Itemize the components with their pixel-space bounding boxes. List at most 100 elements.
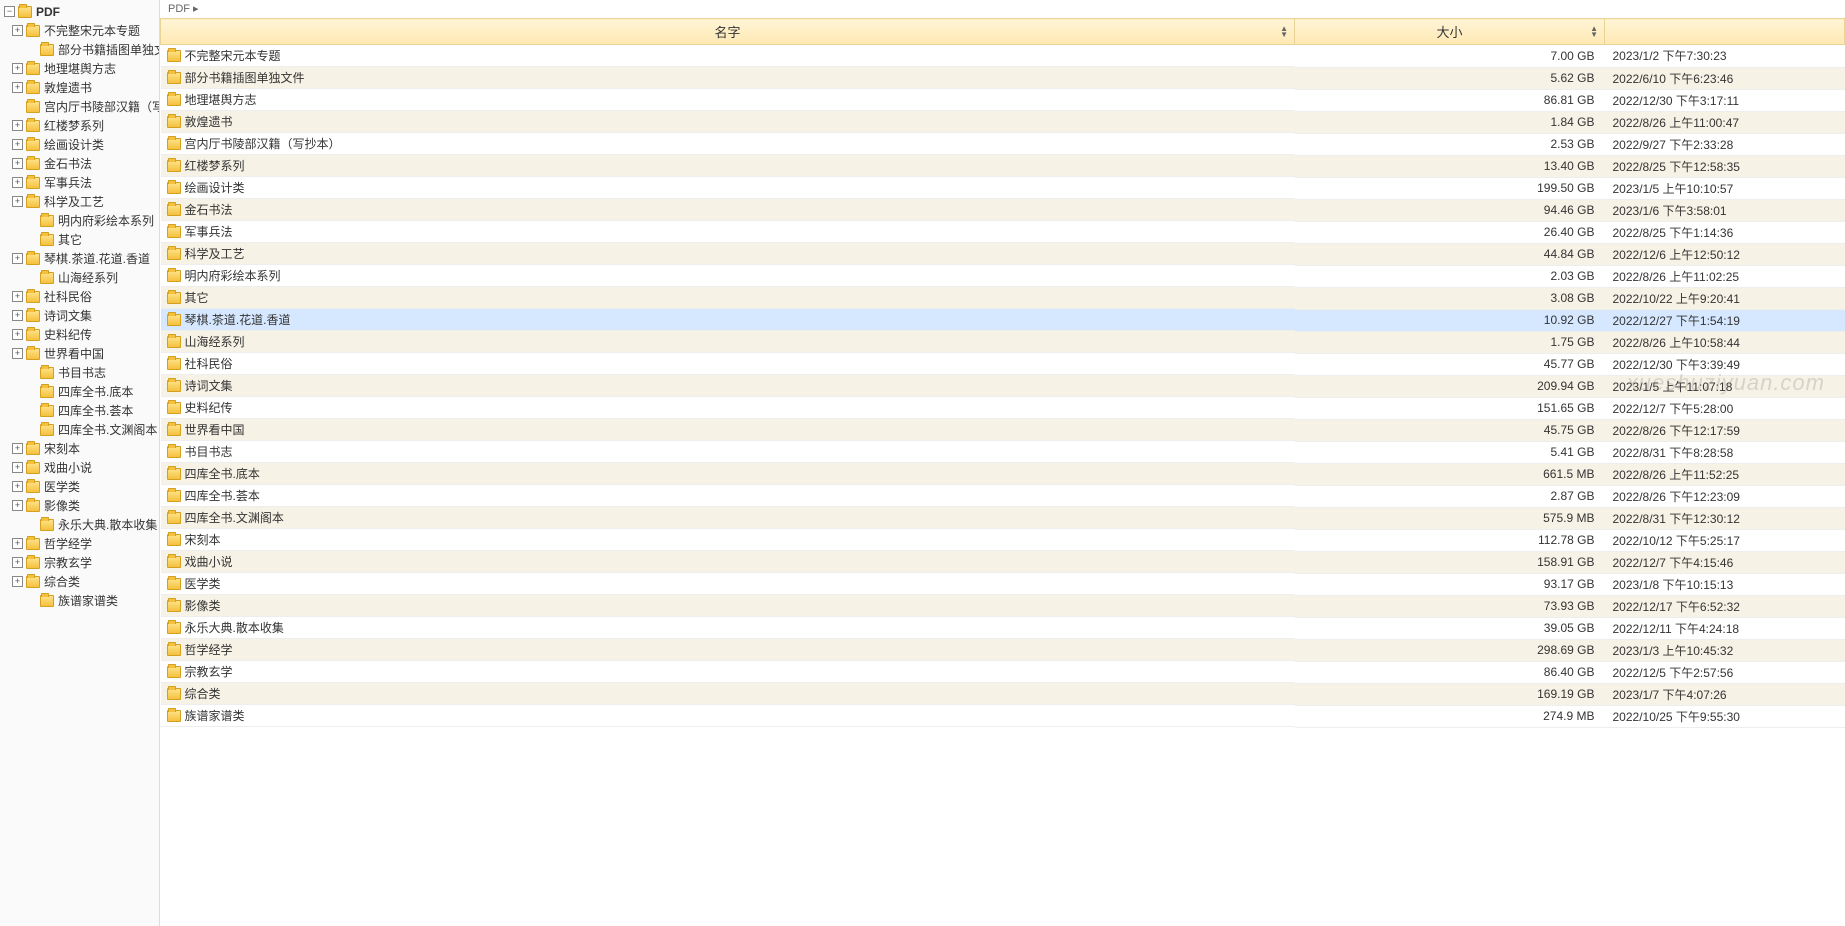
expand-icon[interactable]: +: [12, 310, 23, 321]
tree-item[interactable]: +戏曲小说: [0, 458, 159, 477]
table-row[interactable]: 地理堪舆方志86.81 GB2022/12/30 下午3:17:11: [161, 89, 1845, 111]
table-row[interactable]: 社科民俗45.77 GB2022/12/30 下午3:39:49: [161, 353, 1845, 375]
table-row[interactable]: 不完整宋元本专题7.00 GB2023/1/2 下午7:30:23: [161, 45, 1845, 68]
tree-item[interactable]: +金石书法: [0, 154, 159, 173]
table-row[interactable]: 军事兵法26.40 GB2022/8/25 下午1:14:36: [161, 221, 1845, 243]
table-row[interactable]: 永乐大典.散本收集39.05 GB2022/12/11 下午4:24:18: [161, 617, 1845, 639]
tree-item[interactable]: 书目书志: [0, 363, 159, 382]
row-size: 209.94 GB: [1295, 375, 1605, 397]
table-row[interactable]: 哲学经学298.69 GB2023/1/3 上午10:45:32: [161, 639, 1845, 661]
table-row[interactable]: 综合类169.19 GB2023/1/7 下午4:07:26: [161, 683, 1845, 705]
table-row[interactable]: 医学类93.17 GB2023/1/8 下午10:15:13: [161, 573, 1845, 595]
table-row[interactable]: 书目书志5.41 GB2022/8/31 下午8:28:58: [161, 441, 1845, 463]
tree-item[interactable]: 山海经系列: [0, 268, 159, 287]
table-row[interactable]: 琴棋.茶道.花道.香道10.92 GB2022/12/27 下午1:54:19: [161, 309, 1845, 331]
tree-item[interactable]: 四库全书.文渊阁本: [0, 420, 159, 439]
tree-item[interactable]: +地理堪舆方志: [0, 59, 159, 78]
column-header-name[interactable]: 名字 ▲▼: [161, 19, 1295, 45]
table-row[interactable]: 四库全书.文渊阁本575.9 MB2022/8/31 下午12:30:12: [161, 507, 1845, 529]
tree-item[interactable]: 明内府彩绘本系列: [0, 211, 159, 230]
expand-icon[interactable]: +: [12, 538, 23, 549]
sidebar-tree[interactable]: − PDF +不完整宋元本专题部分书籍插图单独文件+地理堪舆方志+敦煌遗书宫内厅…: [0, 0, 160, 926]
tree-item[interactable]: +宋刻本: [0, 439, 159, 458]
row-date: 2023/1/7 下午4:07:26: [1605, 683, 1845, 705]
table-row[interactable]: 戏曲小说158.91 GB2022/12/7 下午4:15:46: [161, 551, 1845, 573]
expand-icon[interactable]: +: [12, 120, 23, 131]
expand-icon[interactable]: +: [12, 500, 23, 511]
expand-icon[interactable]: +: [12, 348, 23, 359]
expand-icon[interactable]: +: [12, 139, 23, 150]
table-row[interactable]: 部分书籍插图单独文件5.62 GB2022/6/10 下午6:23:46: [161, 67, 1845, 89]
tree-item[interactable]: +绘画设计类: [0, 135, 159, 154]
tree-item[interactable]: 族谱家谱类: [0, 591, 159, 610]
table-row[interactable]: 绘画设计类199.50 GB2023/1/5 上午10:10:57: [161, 177, 1845, 199]
tree-item[interactable]: 部分书籍插图单独文件: [0, 40, 159, 59]
table-row[interactable]: 世界看中国45.75 GB2022/8/26 下午12:17:59: [161, 419, 1845, 441]
table-row[interactable]: 宫内厅书陵部汉籍（写抄本）2.53 GB2022/9/27 下午2:33:28: [161, 133, 1845, 155]
table-row[interactable]: 史料纪传151.65 GB2022/12/7 下午5:28:00: [161, 397, 1845, 419]
expand-icon[interactable]: +: [12, 329, 23, 340]
table-row[interactable]: 族谱家谱类274.9 MB2022/10/25 下午9:55:30: [161, 705, 1845, 727]
tree-item[interactable]: +诗词文集: [0, 306, 159, 325]
tree-item[interactable]: +琴棋.茶道.花道.香道: [0, 249, 159, 268]
tree-item[interactable]: 宫内厅书陵部汉籍（写: [0, 97, 159, 116]
folder-icon: [167, 534, 181, 546]
tree-item[interactable]: 四库全书.底本: [0, 382, 159, 401]
expand-icon[interactable]: +: [12, 443, 23, 454]
tree-item[interactable]: +史料纪传: [0, 325, 159, 344]
expand-icon[interactable]: +: [12, 63, 23, 74]
table-row[interactable]: 宋刻本112.78 GB2022/10/12 下午5:25:17: [161, 529, 1845, 551]
table-row[interactable]: 红楼梦系列13.40 GB2022/8/25 下午12:58:35: [161, 155, 1845, 177]
table-row[interactable]: 影像类73.93 GB2022/12/17 下午6:52:32: [161, 595, 1845, 617]
expand-icon[interactable]: +: [12, 177, 23, 188]
table-row[interactable]: 其它3.08 GB2022/10/22 上午9:20:41: [161, 287, 1845, 309]
tree-item[interactable]: +科学及工艺: [0, 192, 159, 211]
table-row[interactable]: 金石书法94.46 GB2023/1/6 下午3:58:01: [161, 199, 1845, 221]
column-header-date[interactable]: [1605, 19, 1845, 45]
collapse-icon[interactable]: −: [4, 6, 15, 17]
breadcrumb[interactable]: PDF ▸: [160, 0, 1845, 18]
expand-icon[interactable]: +: [12, 576, 23, 587]
folder-icon: [167, 710, 181, 722]
tree-item[interactable]: +哲学经学: [0, 534, 159, 553]
tree-root[interactable]: − PDF: [0, 2, 159, 21]
tree-item[interactable]: +宗教玄学: [0, 553, 159, 572]
expand-icon[interactable]: +: [12, 82, 23, 93]
file-table-wrap[interactable]: 名字 ▲▼ 大小 ▲▼ 不完整宋元本专题7.00 GB2023/1/2 下午7:…: [160, 18, 1845, 926]
tree-item[interactable]: +综合类: [0, 572, 159, 591]
expand-icon[interactable]: +: [12, 481, 23, 492]
row-size: 661.5 MB: [1295, 463, 1605, 485]
expand-icon[interactable]: +: [12, 291, 23, 302]
tree-item[interactable]: 四库全书.荟本: [0, 401, 159, 420]
expand-icon[interactable]: +: [12, 158, 23, 169]
table-row[interactable]: 诗词文集209.94 GB2023/1/5 上午11:07:18: [161, 375, 1845, 397]
tree-item[interactable]: +军事兵法: [0, 173, 159, 192]
folder-icon: [40, 272, 54, 284]
expand-icon[interactable]: +: [12, 557, 23, 568]
table-row[interactable]: 四库全书.底本661.5 MB2022/8/26 上午11:52:25: [161, 463, 1845, 485]
tree-item[interactable]: 永乐大典.散本收集: [0, 515, 159, 534]
column-header-size[interactable]: 大小 ▲▼: [1295, 19, 1605, 45]
tree-item[interactable]: +医学类: [0, 477, 159, 496]
folder-icon: [167, 578, 181, 590]
tree-item[interactable]: +影像类: [0, 496, 159, 515]
expand-icon[interactable]: +: [12, 253, 23, 264]
table-row[interactable]: 宗教玄学86.40 GB2022/12/5 下午2:57:56: [161, 661, 1845, 683]
table-row[interactable]: 科学及工艺44.84 GB2022/12/6 上午12:50:12: [161, 243, 1845, 265]
tree-item[interactable]: +世界看中国: [0, 344, 159, 363]
tree-item[interactable]: 其它: [0, 230, 159, 249]
folder-icon: [26, 291, 40, 303]
expand-icon[interactable]: +: [12, 25, 23, 36]
folder-icon: [26, 63, 40, 75]
table-row[interactable]: 明内府彩绘本系列2.03 GB2022/8/26 上午11:02:25: [161, 265, 1845, 287]
tree-item[interactable]: +敦煌遗书: [0, 78, 159, 97]
table-row[interactable]: 敦煌遗书1.84 GB2022/8/26 上午11:00:47: [161, 111, 1845, 133]
row-size: 1.84 GB: [1295, 111, 1605, 133]
tree-item[interactable]: +红楼梦系列: [0, 116, 159, 135]
tree-item[interactable]: +不完整宋元本专题: [0, 21, 159, 40]
tree-item[interactable]: +社科民俗: [0, 287, 159, 306]
expand-icon[interactable]: +: [12, 462, 23, 473]
expand-icon[interactable]: +: [12, 196, 23, 207]
table-row[interactable]: 山海经系列1.75 GB2022/8/26 上午10:58:44: [161, 331, 1845, 353]
table-row[interactable]: 四库全书.荟本2.87 GB2022/8/26 下午12:23:09: [161, 485, 1845, 507]
